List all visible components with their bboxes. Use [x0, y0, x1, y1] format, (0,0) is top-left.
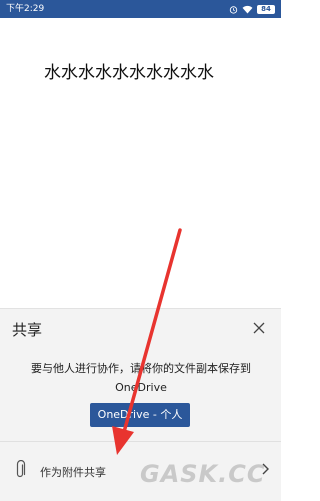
document-area[interactable]: 水水水水水水水水水水	[0, 18, 281, 308]
share-title: 共享	[12, 321, 43, 339]
paperclip-icon	[16, 460, 26, 478]
close-button[interactable]	[250, 319, 268, 337]
status-icons: 84	[229, 4, 275, 14]
document-text: 水水水水水水水水水水	[44, 63, 214, 83]
status-bar: 下午2:29 84	[0, 0, 281, 18]
share-description: 要与他人进行协作，请将你的文件副本保存到 OneDrive	[31, 362, 251, 394]
wifi-icon	[242, 5, 253, 14]
status-time: 下午2:29	[6, 4, 45, 14]
battery-indicator: 84	[257, 4, 275, 14]
share-as-attachment-label: 作为附件共享	[40, 466, 106, 479]
alarm-icon	[229, 5, 238, 14]
onedrive-personal-button[interactable]: OneDrive - 个人	[90, 403, 190, 427]
close-icon	[253, 322, 265, 334]
watermark: GASK.CC	[140, 460, 266, 488]
